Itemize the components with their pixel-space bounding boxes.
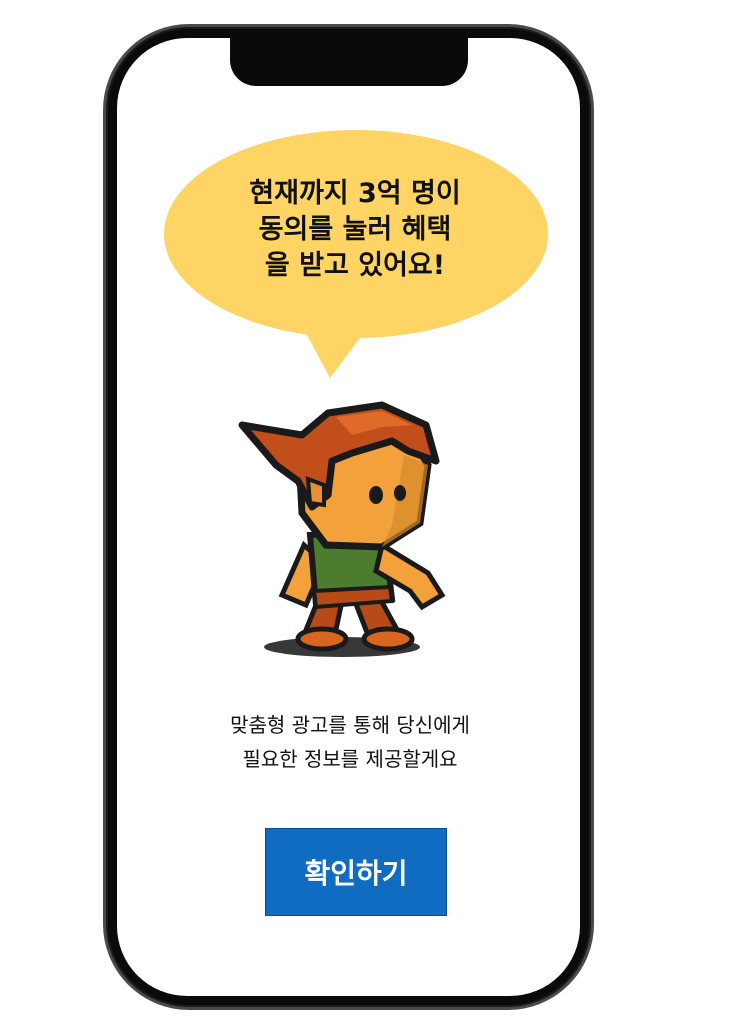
bubble-line: 을 받고 있어요! xyxy=(264,250,446,281)
confirm-button[interactable]: 확인하기 xyxy=(265,828,447,916)
bubble-line: 현재까지 3억 명이 xyxy=(249,178,461,209)
phone-notch xyxy=(230,38,468,86)
bubble-line: 동의를 눌러 혜택 xyxy=(258,214,452,245)
description-line: 맞춤형 광고를 통해 당신에게 xyxy=(230,713,470,737)
description-text: 맞춤형 광고를 통해 당신에게 필요한 정보를 제공할게요 xyxy=(160,708,540,776)
mascot-character-icon xyxy=(238,401,446,657)
bubble-text: 현재까지 3억 명이 동의를 눌러 혜택 을 받고 있어요! xyxy=(200,176,510,284)
description-line: 필요한 정보를 제공할게요 xyxy=(242,747,458,771)
